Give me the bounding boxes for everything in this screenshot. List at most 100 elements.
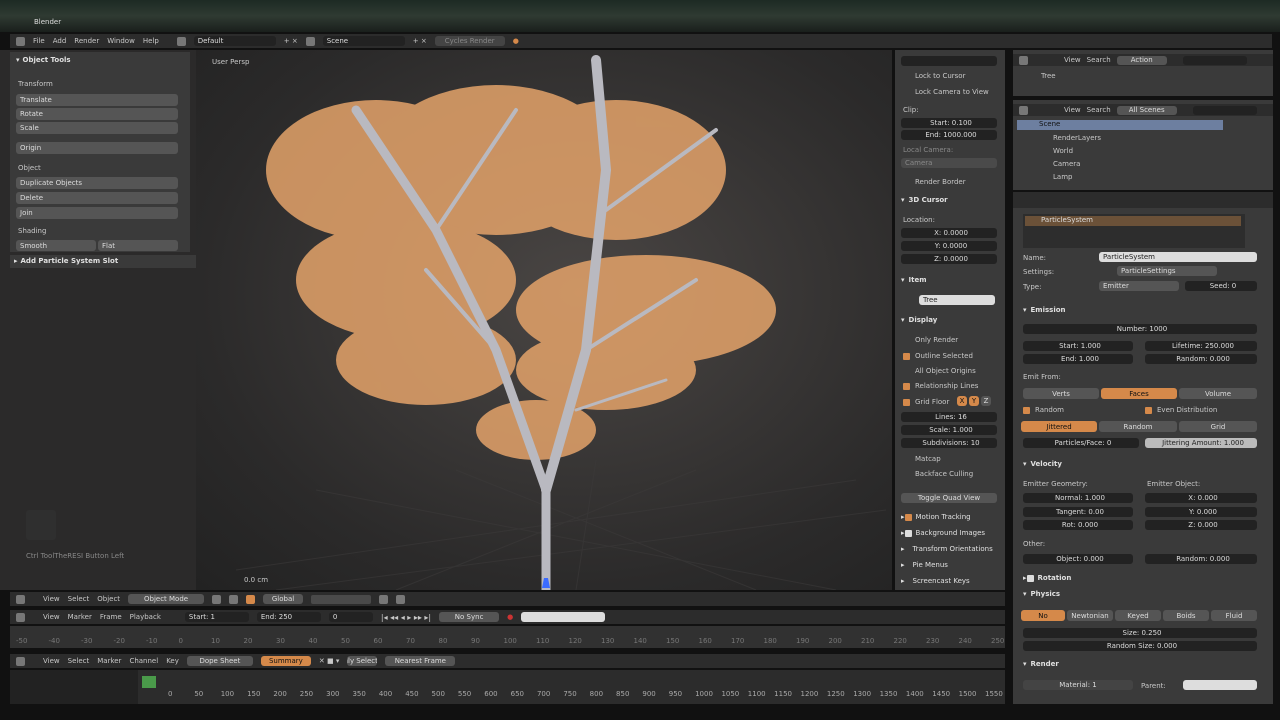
relationship-lines[interactable]: Relationship Lines	[915, 382, 978, 390]
ds-mode-select[interactable]: Dope Sheet	[186, 656, 253, 666]
even-distribution-label[interactable]: Even Distribution	[1157, 406, 1217, 414]
ds-summary-button[interactable]: Summary	[260, 656, 311, 666]
menu-help[interactable]: Help	[143, 37, 159, 45]
ds-view-menu[interactable]: View	[43, 657, 60, 665]
background-images-header[interactable]: ▸ Background Images	[901, 529, 985, 537]
particle-settings-field[interactable]: ParticleSettings	[1117, 266, 1217, 276]
local-camera-field[interactable]: Camera	[901, 158, 997, 168]
ds-select-menu[interactable]: Select	[68, 657, 90, 665]
size-field[interactable]: Size: 0.250	[1023, 628, 1257, 638]
matcap[interactable]: Matcap	[915, 455, 941, 463]
dist-jittered-button[interactable]: Jittered	[1021, 421, 1097, 432]
all-object-origins[interactable]: All Object Origins	[915, 367, 976, 375]
random-lifetime-field[interactable]: Random: 0.000	[1145, 354, 1257, 364]
layout-field[interactable]: Default	[193, 36, 276, 46]
object-menu[interactable]: Object	[97, 595, 120, 603]
scale-button[interactable]: Scale	[16, 122, 178, 134]
outliner-search-menu[interactable]: Search	[1087, 106, 1111, 114]
start-field[interactable]: Start: 1.000	[1023, 341, 1133, 351]
outliner-view-menu[interactable]: View	[1064, 106, 1081, 114]
add-scene-icon[interactable]: + ×	[413, 37, 427, 45]
editor-type-icon[interactable]	[1019, 105, 1028, 115]
viewport-shading-icon[interactable]	[212, 594, 222, 604]
physics-no-button[interactable]: No	[1021, 610, 1065, 621]
editor-type-icon[interactable]	[16, 594, 25, 604]
3d-cursor-header[interactable]: ▾ 3D Cursor	[901, 196, 948, 204]
grid-subdivisions-field[interactable]: Subdivisions: 10	[901, 438, 997, 448]
render-header[interactable]: ▾ Render	[1023, 660, 1059, 668]
jittering-amount-field[interactable]: Jittering Amount: 1.000	[1145, 438, 1257, 448]
editor-type-icon[interactable]	[16, 656, 25, 666]
tree-model[interactable]	[196, 50, 892, 590]
display-mode-select[interactable]: All Scenes	[1116, 105, 1177, 115]
clip-start-field[interactable]: Start: 0.100	[901, 118, 997, 128]
emission-header[interactable]: ▾ Emission	[1023, 306, 1066, 314]
grid-floor[interactable]: Grid Floor	[915, 398, 949, 406]
render-preview-icon[interactable]	[396, 594, 406, 604]
lock-to-cursor[interactable]: Lock to Cursor	[915, 72, 965, 80]
cursor-y-field[interactable]: Y: 0.0000	[901, 241, 997, 251]
action-selector[interactable]: Action	[1116, 55, 1167, 65]
item-name-field[interactable]: Tree	[919, 295, 995, 305]
origin-button[interactable]: Origin	[16, 142, 178, 154]
duplicate-objects-button[interactable]: Duplicate Objects	[16, 177, 178, 189]
keying-set-field[interactable]	[521, 612, 606, 622]
menu-view[interactable]: View	[1064, 56, 1081, 64]
outliner-row-camera[interactable]: Camera	[1053, 160, 1080, 168]
emit-verts-button[interactable]: Verts	[1023, 388, 1099, 399]
start-frame-field[interactable]: Start: 1	[184, 612, 249, 622]
display-header[interactable]: ▾ Display	[901, 316, 937, 324]
only-render[interactable]: Only Render	[915, 336, 958, 344]
outliner-search-input[interactable]	[1182, 55, 1247, 65]
playback-controls[interactable]: |◂ ◂◂ ◂ ▸ ▸▸ ▸|	[381, 613, 431, 622]
menu-file[interactable]: File	[33, 37, 45, 45]
smooth-button[interactable]: Smooth	[16, 240, 96, 251]
rotate-button[interactable]: Rotate	[16, 108, 178, 120]
tangent-velocity-field[interactable]: Tangent: 0.00	[1023, 507, 1133, 517]
lock-camera-to-view[interactable]: Lock Camera to View	[915, 88, 989, 96]
record-icon[interactable]: ●	[507, 613, 513, 621]
object-z-velocity-field[interactable]: Z: 0.000	[1145, 520, 1257, 530]
cursor-x-field[interactable]: X: 0.0000	[901, 228, 997, 238]
outline-selected-checkbox[interactable]	[903, 353, 910, 360]
add-layout-icon[interactable]: + ×	[284, 37, 298, 45]
random-checkbox[interactable]	[1023, 407, 1030, 414]
timeline-view-menu[interactable]: View	[43, 613, 60, 621]
dist-grid-button[interactable]: Grid	[1179, 421, 1257, 432]
ds-auto-snap-select[interactable]: Nearest Frame	[385, 656, 456, 666]
menu-search[interactable]: Search	[1087, 56, 1111, 64]
random-size-field[interactable]: Random Size: 0.000	[1023, 641, 1257, 651]
timeline-ruler[interactable]: -50 -40 -30 -20 -10 0 10 20 30 40 50 60 70 80 90 100 110…	[10, 626, 1005, 648]
nav-cube[interactable]	[26, 510, 56, 540]
manipulator-icon[interactable]	[246, 594, 256, 604]
properties-tabs[interactable]	[1013, 192, 1273, 208]
ds-marker-menu[interactable]: Marker	[97, 657, 121, 665]
menu-add[interactable]: Add	[53, 37, 67, 45]
join-button[interactable]: Join	[16, 207, 178, 219]
dist-random-button[interactable]: Random	[1099, 421, 1177, 432]
outliner-top-item[interactable]: Tree	[1041, 72, 1056, 80]
grid-axis-x[interactable]: X	[957, 396, 967, 406]
pie-menus-header[interactable]: ▸ Pie Menus	[901, 561, 948, 569]
random-check-label[interactable]: Random	[1035, 406, 1064, 414]
pivot-icon[interactable]	[229, 594, 239, 604]
clip-end-field[interactable]: End: 1000.000	[901, 130, 997, 140]
outliner-filter-input[interactable]	[1192, 105, 1257, 115]
rotation-header[interactable]: ▸ Rotation	[1023, 574, 1071, 582]
editor-type-icon[interactable]	[16, 612, 25, 622]
even-distribution-checkbox[interactable]	[1145, 407, 1152, 414]
physics-keyed-button[interactable]: Keyed	[1115, 610, 1161, 621]
outliner-row-scene[interactable]: Scene	[1017, 120, 1223, 130]
velocity-header[interactable]: ▾ Velocity	[1023, 460, 1062, 468]
normal-velocity-field[interactable]: Normal: 1.000	[1023, 493, 1133, 503]
view-menu[interactable]: View	[43, 595, 60, 603]
translate-button[interactable]: Translate	[16, 94, 178, 106]
transform-orientations-header[interactable]: ▸ Transform Orientations	[901, 545, 993, 553]
object-velocity-field[interactable]: Object: 0.000	[1023, 554, 1133, 564]
timeline-marker-menu[interactable]: Marker	[68, 613, 92, 621]
particle-system-row[interactable]: ParticleSystem	[1025, 216, 1241, 226]
sync-select[interactable]: No Sync	[439, 612, 500, 622]
ds-only-selected[interactable]: Only Selected	[347, 656, 378, 666]
layers-icon[interactable]	[311, 594, 372, 604]
particles-face-field[interactable]: Particles/Face: 0	[1023, 438, 1139, 448]
